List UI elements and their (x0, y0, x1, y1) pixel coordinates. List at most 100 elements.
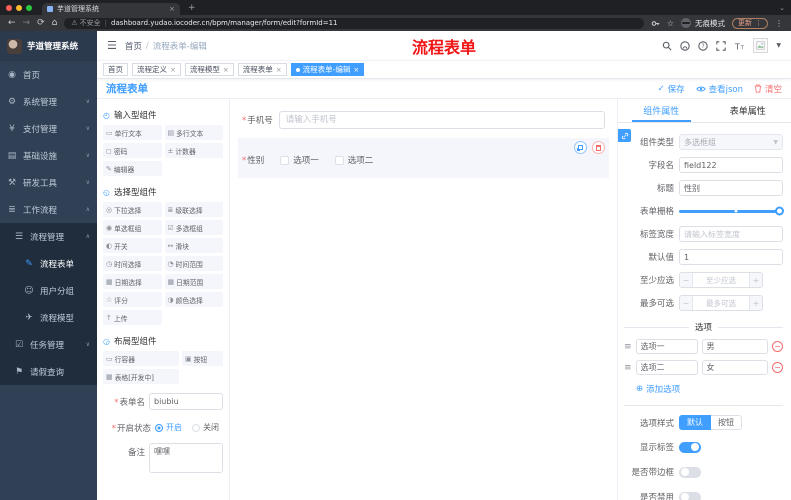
drag-handle-icon[interactable]: ≡ (624, 342, 632, 352)
reload-icon[interactable]: ⟳ (37, 18, 45, 28)
palette-item-button[interactable]: ▣ 按钮 (182, 351, 223, 366)
palette-item-row-container[interactable]: ▭ 行容器 (103, 351, 179, 366)
sidebar-item-user-group[interactable]: ☺ 用户分组 (0, 277, 97, 304)
copy-component-button[interactable] (574, 141, 587, 154)
sidebar-logo[interactable]: 芋道管理系统 (0, 31, 97, 61)
maximize-window-button[interactable] (26, 4, 32, 11)
tab-component-props[interactable]: 组件属性 (618, 99, 705, 122)
palette-item-switch[interactable]: ◐ 开关 (103, 238, 162, 253)
sidebar-item-leave-query[interactable]: ⚑ 请假查询 (0, 358, 97, 385)
status-on-radio[interactable]: 开启 (155, 422, 182, 433)
link-badge-button[interactable] (618, 129, 631, 142)
sidebar-item-payment[interactable]: ¥ 支付管理 ∨ (0, 115, 97, 142)
remove-option-icon[interactable]: − (772, 362, 783, 373)
sidebar-item-infra[interactable]: ▤ 基础设施 ∨ (0, 142, 97, 169)
password-key-icon[interactable] (651, 19, 660, 28)
slider-handle[interactable] (775, 206, 784, 216)
palette-item-cascader[interactable]: ≣ 级联选择 (164, 202, 223, 217)
canvas-field-gender-selected[interactable]: *性别 选项一 选项二 (238, 138, 609, 178)
min-select-stepper[interactable]: − 至少应选 + (679, 272, 763, 288)
option-1-value-input[interactable] (701, 339, 768, 354)
avatar[interactable] (753, 38, 769, 53)
minus-icon[interactable]: − (680, 273, 693, 287)
close-icon[interactable]: × (276, 66, 282, 74)
close-icon[interactable]: × (223, 66, 229, 74)
palette-item-editor[interactable]: ✎ 编辑器 (103, 161, 162, 176)
sidebar-item-process-mgmt[interactable]: ☰ 流程管理 ∧ (0, 223, 97, 250)
option-1-name-input[interactable] (635, 339, 698, 354)
label-width-input[interactable] (679, 226, 783, 242)
tab-form-props[interactable]: 表单属性 (705, 99, 791, 122)
palette-item-rate[interactable]: ☆ 评分 (103, 292, 162, 307)
close-icon[interactable]: × (353, 66, 359, 74)
palette-item-time-range[interactable]: ◔ 时间范围 (164, 256, 223, 271)
plus-icon[interactable]: + (749, 273, 762, 287)
gender-option-2-checkbox[interactable]: 选项二 (334, 154, 373, 166)
palette-item-time-picker[interactable]: ◷ 时间选择 (103, 256, 162, 271)
view-json-button[interactable]: 查看json (695, 83, 743, 95)
security-warning[interactable]: ⚠ 不安全 (71, 18, 100, 28)
component-type-select[interactable]: 多选框组 ▼ (679, 134, 783, 150)
minimize-window-button[interactable] (16, 4, 22, 11)
add-option-button[interactable]: ⊕ 添加选项 (636, 383, 783, 395)
palette-item-multi-text[interactable]: ▤ 多行文本 (164, 125, 223, 140)
docs-help-icon[interactable]: ? (698, 40, 709, 51)
sidebar-item-home[interactable]: ◉ 首页 (0, 61, 97, 88)
bookmark-star-icon[interactable]: ☆ (667, 19, 674, 28)
delete-component-button[interactable] (592, 141, 605, 154)
palette-item-counter[interactable]: ± 计数器 (164, 143, 223, 158)
palette-item-upload[interactable]: ↑ 上传 (103, 310, 162, 325)
max-select-stepper[interactable]: − 最多可选 + (679, 295, 763, 311)
tag-process-form-edit[interactable]: 流程表单-编辑 × (290, 63, 365, 76)
style-button-button[interactable]: 按钮 (711, 415, 742, 430)
github-icon[interactable] (680, 40, 691, 51)
palette-item-radio-group[interactable]: ◉ 单选框组 (103, 220, 162, 235)
address-bar[interactable]: ⚠ 不安全 | dashboard.yudao.iocoder.cn/bpm/m… (64, 17, 644, 29)
palette-item-date-range[interactable]: ▦ 日期范围 (164, 274, 223, 289)
form-name-input[interactable] (149, 393, 223, 410)
forward-icon[interactable]: → (23, 18, 31, 28)
gender-option-1-checkbox[interactable]: 选项一 (280, 154, 319, 166)
phone-input[interactable] (278, 111, 605, 129)
plus-icon[interactable]: + (749, 296, 762, 310)
sidebar-item-process-model[interactable]: ✈ 流程模型 (0, 304, 97, 331)
default-value-input[interactable] (679, 249, 783, 265)
sidebar-item-process-form[interactable]: ✎ 流程表单 (0, 250, 97, 277)
tag-process-model[interactable]: 流程模型 × (184, 63, 234, 76)
drag-handle-icon[interactable]: ≡ (624, 363, 632, 373)
clear-button[interactable]: 清空 (754, 83, 782, 95)
grid-slider[interactable] (679, 203, 784, 219)
close-icon[interactable]: × (170, 66, 176, 74)
border-toggle[interactable] (679, 466, 701, 478)
hamburger-icon[interactable]: ☰ (107, 39, 117, 52)
title-input[interactable] (679, 180, 783, 196)
palette-item-password[interactable]: ◻ 密码 (103, 143, 162, 158)
palette-item-table[interactable]: ▦ 表格[开发中] (103, 369, 179, 384)
tag-process-definition[interactable]: 流程定义 × (132, 63, 181, 76)
font-size-icon[interactable]: TT (734, 41, 745, 51)
palette-item-single-text[interactable]: ▭ 单行文本 (103, 125, 162, 140)
tab-search-caret-icon[interactable]: ⌄ (779, 4, 785, 12)
palette-item-select[interactable]: ◎ 下拉选择 (103, 202, 162, 217)
canvas-field-phone[interactable]: *手机号 (238, 106, 609, 134)
update-chip-button[interactable]: 更新 ⋮ (732, 17, 768, 29)
close-window-button[interactable] (6, 4, 12, 11)
save-button[interactable]: ✓ 保存 (657, 83, 684, 95)
sidebar-item-system[interactable]: ⚙ 系统管理 ∨ (0, 88, 97, 115)
sidebar-item-workflow[interactable]: ≣ 工作流程 ∧ (0, 196, 97, 223)
option-2-value-input[interactable] (701, 360, 768, 375)
tab-close-icon[interactable]: × (169, 5, 175, 13)
back-icon[interactable]: ← (8, 18, 16, 28)
style-default-button[interactable]: 默认 (679, 415, 711, 430)
breadcrumb-home[interactable]: 首页 (125, 40, 142, 52)
palette-item-color-picker[interactable]: ◑ 颜色选择 (164, 292, 223, 307)
form-canvas[interactable]: *手机号 *性别 选项一 选项二 (230, 99, 617, 500)
tag-process-form[interactable]: 流程表单 × (237, 63, 287, 76)
fullscreen-icon[interactable] (716, 40, 727, 51)
show-label-toggle[interactable] (679, 441, 701, 453)
palette-item-date-picker[interactable]: ▦ 日期选择 (103, 274, 162, 289)
new-tab-button[interactable]: + (188, 3, 196, 13)
palette-item-slider[interactable]: ↔ 滑块 (164, 238, 223, 253)
disabled-toggle[interactable] (679, 491, 701, 500)
sidebar-item-devtools[interactable]: ⚒ 研发工具 ∨ (0, 169, 97, 196)
